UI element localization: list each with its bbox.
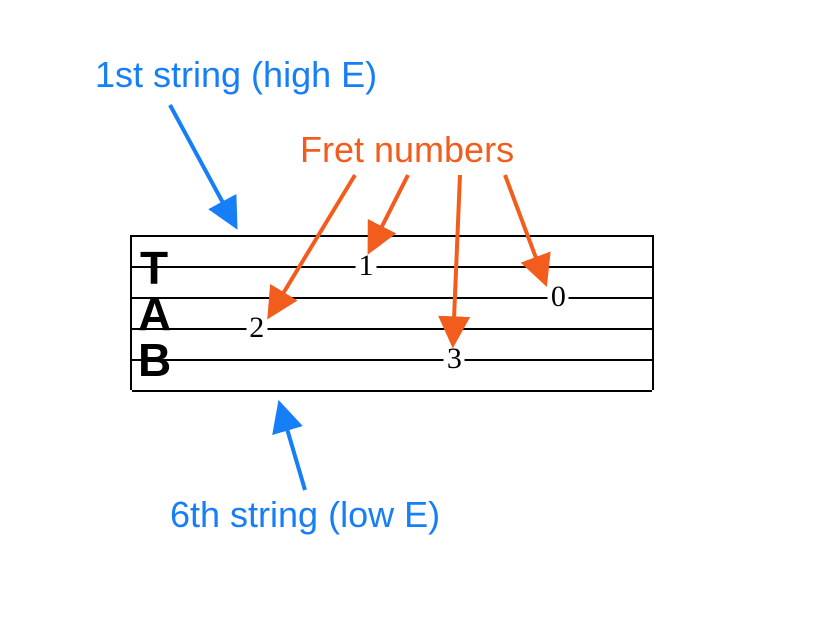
diagram-canvas: 1st string (high E) Fret numbers 6th str…	[0, 0, 823, 617]
fret-note-1: 2	[246, 313, 267, 343]
fret-note-3: 3	[444, 344, 465, 374]
string-6	[132, 390, 652, 392]
string-1	[132, 235, 652, 237]
tab-letter-t: T	[140, 245, 166, 291]
fret-note-2: 1	[356, 251, 377, 281]
fret-note-4: 0	[548, 282, 569, 312]
string-4	[132, 328, 652, 330]
tab-staff: T A B 2 1 3 0	[130, 235, 654, 390]
label-1st-string: 1st string (high E)	[95, 55, 377, 95]
arrow-bottom-string	[280, 405, 305, 490]
tab-letter-a: A	[138, 291, 169, 337]
tab-letter-b: B	[138, 337, 169, 383]
string-2	[132, 266, 652, 268]
string-5	[132, 359, 652, 361]
string-3	[132, 297, 652, 299]
label-6th-string: 6th string (low E)	[170, 495, 440, 535]
label-fret-numbers: Fret numbers	[300, 130, 514, 170]
arrow-top-string	[170, 105, 235, 225]
